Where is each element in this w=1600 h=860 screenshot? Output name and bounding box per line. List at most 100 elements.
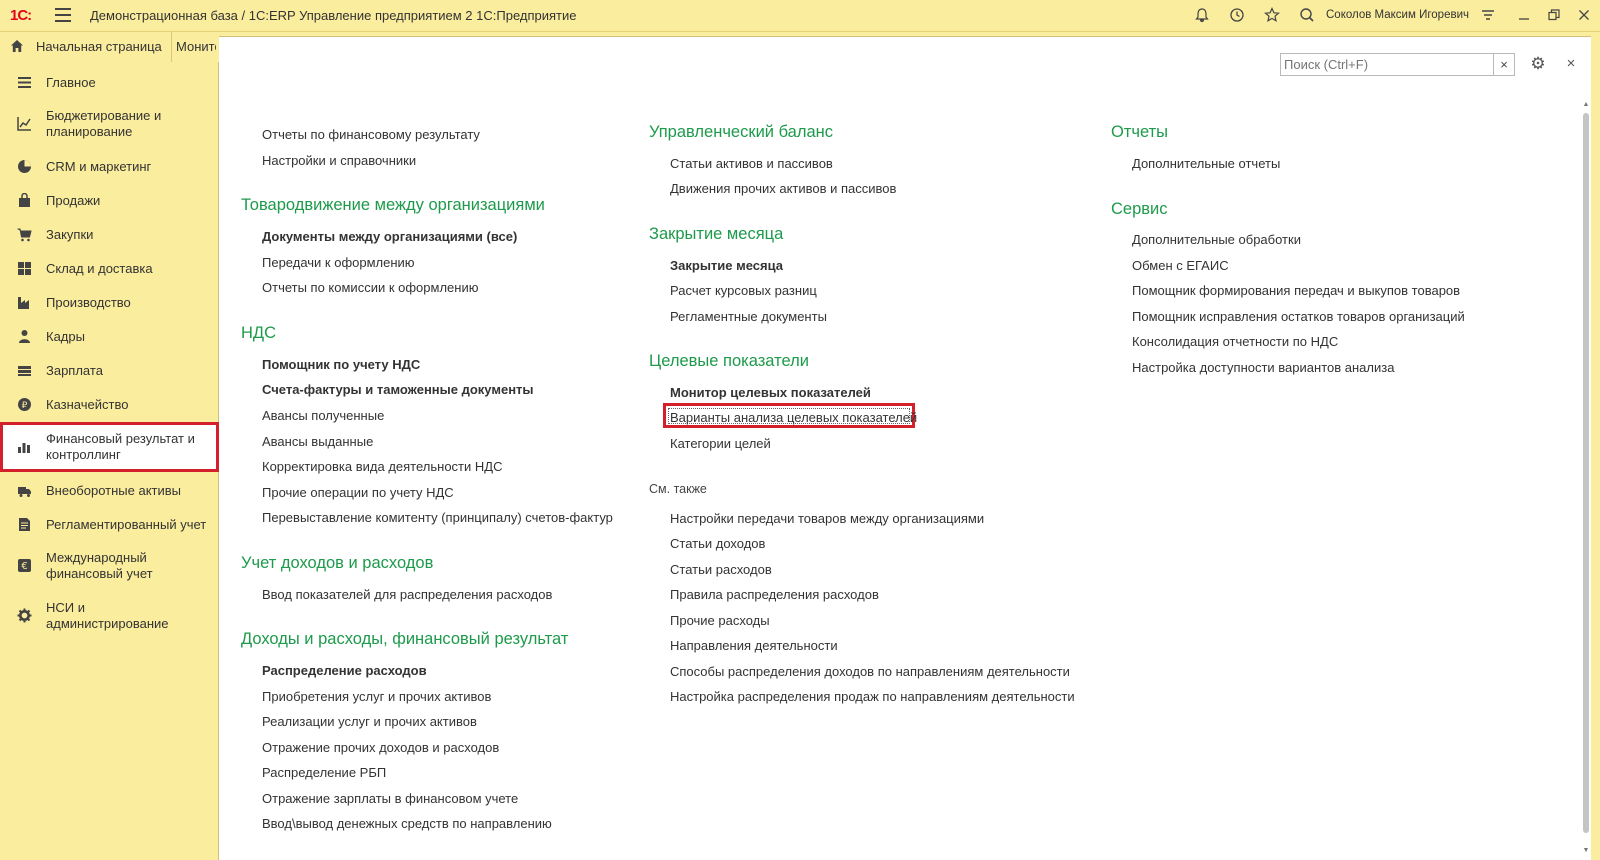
link-item[interactable]: Регламентные документы <box>670 309 827 324</box>
link-item[interactable]: Категории целей <box>670 436 771 451</box>
sidebar-item-fixed-assets[interactable]: Внеоборотные активы <box>0 480 219 502</box>
sidebar-item-label: Главное <box>46 75 96 90</box>
link-item[interactable]: Помощник формирования передач и выкупов … <box>1132 283 1460 298</box>
minimize-icon[interactable] <box>1515 7 1533 25</box>
sidebar-item-purchases[interactable]: Закупки <box>0 224 219 246</box>
cart-icon <box>17 227 32 242</box>
link-item[interactable]: Закрытие месяца <box>670 258 783 273</box>
link-item[interactable]: Статьи расходов <box>670 562 772 577</box>
sidebar-item-label: Регламентированный учет <box>46 517 207 532</box>
link-item[interactable]: Отражение зарплаты в финансовом учете <box>262 791 518 806</box>
app-logo[interactable]: 1С: <box>10 7 32 24</box>
sidebar-item-budgeting[interactable]: Бюджетирование и планирование <box>0 106 219 144</box>
link-item[interactable]: Направления деятельности <box>670 638 838 653</box>
link-item[interactable]: Ввод показателей для распределения расхо… <box>262 587 552 602</box>
sidebar-item-label: Международный финансовый учет <box>46 550 153 581</box>
link-item[interactable]: Обмен с ЕГАИС <box>1132 258 1229 273</box>
link-item[interactable]: Движения прочих активов и пассивов <box>670 181 896 196</box>
link-item[interactable]: Приобретения услуг и прочих активов <box>262 689 491 704</box>
sidebar: Главное Бюджетирование и планирование CR… <box>0 62 219 860</box>
link-item[interactable]: Помощник исправления остатков товаров ор… <box>1132 309 1465 324</box>
bell-icon[interactable] <box>1193 7 1211 25</box>
link-item[interactable]: Способы распределения доходов по направл… <box>670 664 1070 679</box>
link-item[interactable]: Дополнительные обработки <box>1132 232 1301 247</box>
sidebar-item-label: Склад и доставка <box>46 261 153 276</box>
section-title: Товародвижение между организациями <box>241 196 545 214</box>
link-item[interactable]: Документы между организациями (все) <box>262 229 517 244</box>
settings-lines-icon[interactable] <box>1479 7 1497 25</box>
link-item[interactable]: Консолидация отчетности по НДС <box>1132 334 1338 349</box>
search-clear-button[interactable]: × <box>1494 53 1515 76</box>
sidebar-item-crm[interactable]: CRM и маркетинг <box>0 156 219 178</box>
chart-up-icon <box>17 116 32 131</box>
sidebar-item-label: Бюджетирование и планирование <box>46 108 162 139</box>
search-icon[interactable] <box>1298 7 1316 25</box>
link-item[interactable]: Настройка доступности вариантов анализа <box>1132 360 1394 375</box>
link-fin-result-reports[interactable]: Отчеты по финансовому результату <box>262 127 480 142</box>
sidebar-item-label: Кадры <box>46 329 85 344</box>
sidebar-item-main[interactable]: Главное <box>0 72 219 94</box>
sidebar-item-intl[interactable]: € Международный финансовый учет <box>0 548 219 586</box>
sidebar-item-sales[interactable]: Продажи <box>0 190 219 212</box>
scroll-up-icon[interactable]: ▲ <box>1582 101 1590 109</box>
coin-icon: ₽ <box>17 397 32 412</box>
sidebar-item-fin-result[interactable]: Финансовый результат и контроллинг <box>0 422 219 472</box>
link-item[interactable]: Перевыставление комитенту (принципалу) с… <box>262 510 613 525</box>
factory-icon <box>17 295 32 310</box>
link-item[interactable]: Статьи активов и пассивов <box>670 156 833 171</box>
link-item[interactable]: Правила распределения расходов <box>670 587 879 602</box>
link-item[interactable]: Настройка распределения продаж по направ… <box>670 689 1075 704</box>
sidebar-item-admin[interactable]: НСИ и администрирование <box>0 598 219 636</box>
scroll-down-icon[interactable]: ▼ <box>1582 847 1590 855</box>
sidebar-item-production[interactable]: Производство <box>0 292 219 314</box>
link-item[interactable]: Авансы выданные <box>262 434 373 449</box>
user-name[interactable]: Соколов Максим Игоревич <box>1326 9 1469 21</box>
link-item[interactable]: Прочие операции по учету НДС <box>262 485 454 500</box>
link-item[interactable]: Помощник по учету НДС <box>262 357 420 372</box>
menu-icon[interactable] <box>55 8 71 22</box>
settings-gear-icon[interactable]: ⚙ <box>1528 54 1548 74</box>
link-item[interactable]: Расчет курсовых разниц <box>670 283 817 298</box>
link-item[interactable]: Авансы полученные <box>262 408 384 423</box>
sidebar-item-label: Продажи <box>46 193 101 208</box>
tab-next[interactable]: Монито <box>176 39 216 54</box>
sidebar-item-label: НСИ и администрирование <box>46 600 169 631</box>
money-icon <box>17 363 32 378</box>
link-item[interactable]: Отражение прочих доходов и расходов <box>262 740 499 755</box>
tab-home[interactable]: Начальная страница <box>0 32 172 62</box>
link-item[interactable]: Корректировка вида деятельности НДС <box>262 459 502 474</box>
link-item[interactable]: Дополнительные отчеты <box>1132 156 1280 171</box>
vertical-scrollbar[interactable]: ▲ ▼ <box>1581 99 1591 859</box>
link-item[interactable]: Ввод\вывод денежных средств по направлен… <box>262 816 552 831</box>
sidebar-item-salary[interactable]: Зарплата <box>0 360 219 382</box>
history-icon[interactable] <box>1228 7 1246 25</box>
link-item[interactable]: Настройки передачи товаров между организ… <box>670 511 984 526</box>
restore-icon[interactable] <box>1545 7 1563 25</box>
link-item[interactable]: Прочие расходы <box>670 613 770 628</box>
scroll-thumb[interactable] <box>1583 113 1589 833</box>
link-item[interactable]: Отчеты по комиссии к оформлению <box>262 280 478 295</box>
svg-text:₽: ₽ <box>22 401 28 411</box>
close-window-icon[interactable] <box>1575 7 1593 25</box>
sidebar-item-treasury[interactable]: ₽ Казначейство <box>0 394 219 416</box>
star-icon[interactable] <box>1263 7 1281 25</box>
link-item[interactable]: Статьи доходов <box>670 536 765 551</box>
search-input[interactable] <box>1281 54 1471 75</box>
link-settings-catalogs[interactable]: Настройки и справочники <box>262 153 416 168</box>
sidebar-item-regulated[interactable]: Регламентированный учет <box>0 514 219 536</box>
link-target-analysis-variants[interactable]: Варианты анализа целевых показателей <box>670 410 917 425</box>
link-item[interactable]: Передачи к оформлению <box>262 255 415 270</box>
link-item[interactable]: Монитор целевых показателей <box>670 385 871 400</box>
document-icon <box>17 517 32 532</box>
sidebar-item-label: Казначейство <box>46 397 129 412</box>
truck-icon <box>17 483 32 498</box>
close-panel-icon[interactable]: × <box>1563 54 1579 74</box>
sidebar-item-hr[interactable]: Кадры <box>0 326 219 348</box>
link-item[interactable]: Реализации услуг и прочих активов <box>262 714 477 729</box>
link-item[interactable]: Распределение РБП <box>262 765 386 780</box>
grid-icon <box>17 261 32 276</box>
link-item[interactable]: Счета-фактуры и таможенные документы <box>262 382 534 397</box>
sidebar-item-warehouse[interactable]: Склад и доставка <box>0 258 219 280</box>
tab-home-label: Начальная страница <box>36 39 162 54</box>
link-item[interactable]: Распределение расходов <box>262 663 427 678</box>
